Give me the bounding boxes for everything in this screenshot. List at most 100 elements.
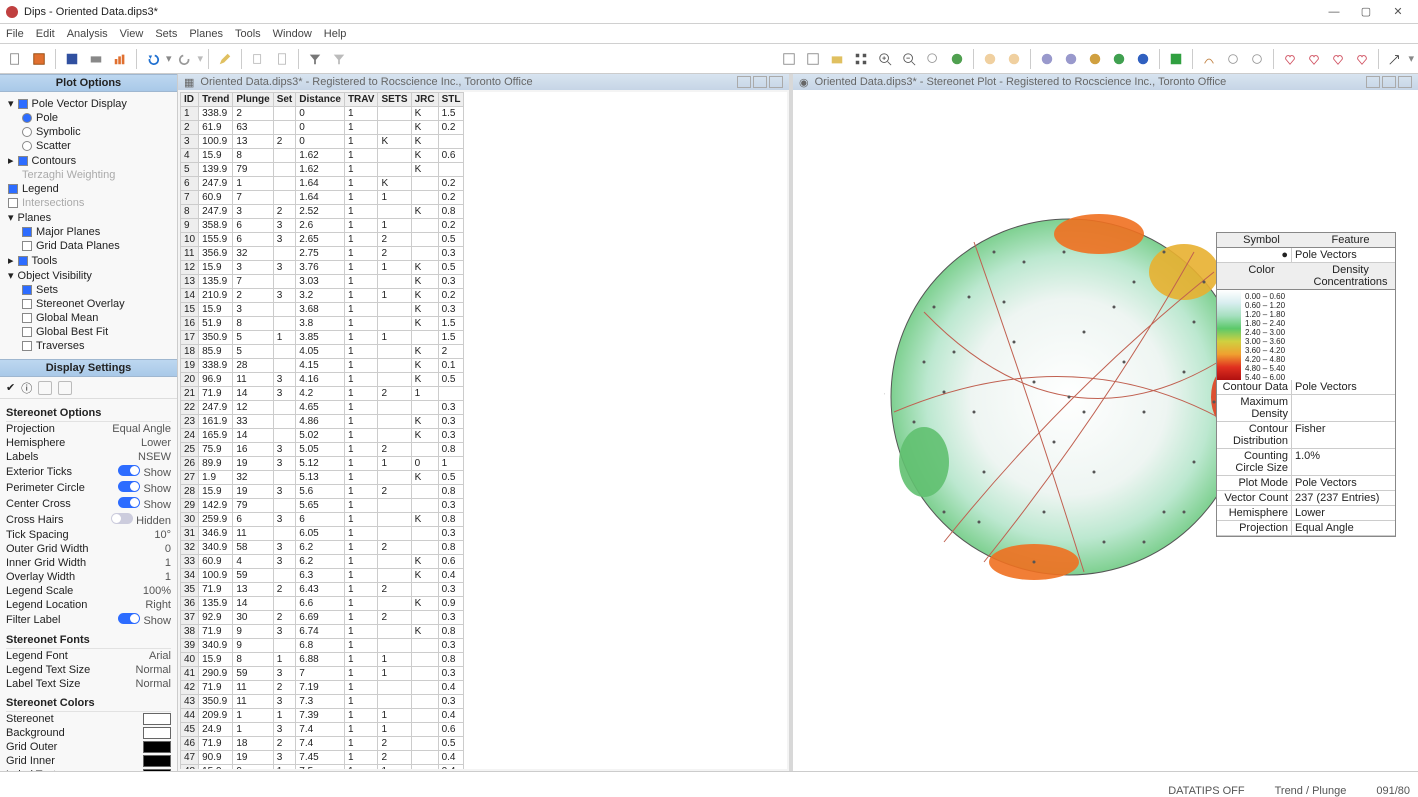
display-properties: Stereonet Options ProjectionEqual Angle … [0, 399, 177, 771]
toggle-icon[interactable] [118, 481, 140, 492]
data-grid-scroll[interactable]: IDTrendPlungeSetDistanceTRAVSETSJRCSTL13… [180, 92, 787, 769]
checkbox-icon[interactable] [18, 99, 28, 109]
menu-tools[interactable]: Tools [235, 28, 261, 40]
redo-icon[interactable] [174, 48, 196, 70]
heart-3-icon[interactable] [1327, 48, 1349, 70]
globe-2-icon[interactable] [1060, 48, 1082, 70]
grid-icon[interactable] [28, 48, 50, 70]
checkbox-icon[interactable] [22, 227, 32, 237]
radio-icon[interactable] [22, 127, 32, 137]
undo-icon[interactable] [142, 48, 164, 70]
apply-icon[interactable]: ✔ [6, 381, 15, 394]
arrow-tool-icon[interactable] [1384, 48, 1406, 70]
color-swatch[interactable] [143, 755, 171, 767]
filter-icon[interactable] [304, 48, 326, 70]
grid-document: ▦ Oriented Data.dips3* - Registered to R… [178, 74, 793, 771]
menu-window[interactable]: Window [273, 28, 312, 40]
menu-edit[interactable]: Edit [36, 28, 55, 40]
svg-text:N: N [1065, 212, 1073, 213]
menu-help[interactable]: Help [324, 28, 347, 40]
radio-icon[interactable] [22, 141, 32, 151]
zoom-area-icon[interactable] [922, 48, 944, 70]
checkbox-icon[interactable] [22, 341, 32, 351]
globe-5-icon[interactable] [1132, 48, 1154, 70]
svg-text:W: W [884, 392, 885, 404]
checkbox-icon[interactable] [8, 184, 18, 194]
heart-1-icon[interactable] [1279, 48, 1301, 70]
checkbox-icon[interactable] [22, 327, 32, 337]
net-1-icon[interactable] [979, 48, 1001, 70]
checkbox-icon[interactable] [22, 313, 32, 323]
plot-green-icon[interactable] [1165, 48, 1187, 70]
menu-file[interactable]: File [6, 28, 24, 40]
save-icon[interactable] [61, 48, 83, 70]
doc-max-icon[interactable] [753, 76, 767, 88]
checkbox-icon[interactable] [18, 156, 28, 166]
app-title: Dips - Oriented Data.dips3* [24, 6, 158, 18]
doc-close-icon[interactable] [769, 76, 783, 88]
menu-view[interactable]: View [120, 28, 144, 40]
globe-3-icon[interactable] [1084, 48, 1106, 70]
window-close-button[interactable]: ✕ [1384, 3, 1412, 21]
globe-4-icon[interactable] [1108, 48, 1130, 70]
display-settings-toolbar: ✔ ⓘ [0, 377, 177, 399]
checkbox-icon[interactable] [22, 285, 32, 295]
color-swatch[interactable] [143, 727, 171, 739]
heart-4-icon[interactable] [1351, 48, 1373, 70]
heart-2-icon[interactable] [1303, 48, 1325, 70]
window-maximize-button[interactable]: ▢ [1352, 3, 1380, 21]
toggle-icon[interactable] [111, 513, 133, 524]
tb-stereo-1-icon[interactable] [778, 48, 800, 70]
tb-stereo-2-icon[interactable] [802, 48, 824, 70]
radio-icon[interactable] [22, 113, 32, 123]
zoom-world-icon[interactable] [946, 48, 968, 70]
plot-options-tree: ▾Pole Vector Display Pole Symbolic Scatt… [0, 92, 177, 359]
grid-doc-titlebar[interactable]: ▦ Oriented Data.dips3* - Registered to R… [178, 74, 789, 90]
doc-min-icon[interactable] [1366, 76, 1380, 88]
doc-max-icon[interactable] [1382, 76, 1396, 88]
stereonet-svg: N E S W [884, 212, 1254, 582]
fit-icon[interactable] [850, 48, 872, 70]
color-swatch[interactable] [143, 741, 171, 753]
main-toolbar: ▾ ▾ ▾ [0, 44, 1418, 74]
net-2-icon[interactable] [1003, 48, 1025, 70]
paste-icon[interactable] [271, 48, 293, 70]
status-mode: Trend / Plunge [1275, 785, 1347, 797]
toggle-icon[interactable] [118, 613, 140, 624]
doc-close-icon[interactable] [1398, 76, 1412, 88]
menu-sets[interactable]: Sets [155, 28, 177, 40]
refresh-all-icon[interactable] [58, 381, 72, 395]
new-file-icon[interactable] [4, 48, 26, 70]
filter-clear-icon[interactable] [328, 48, 350, 70]
chart-icon[interactable] [109, 48, 131, 70]
data-grid[interactable]: IDTrendPlungeSetDistanceTRAVSETSJRCSTL13… [180, 92, 464, 769]
stereonet-plot[interactable]: N E S W SymbolFeature ●Pole Vectors Colo… [795, 92, 1416, 769]
zoom-out-icon[interactable] [898, 48, 920, 70]
edit-icon[interactable] [214, 48, 236, 70]
color-swatch[interactable] [143, 713, 171, 725]
zoom-in-icon[interactable] [874, 48, 896, 70]
checkbox-icon[interactable] [22, 299, 32, 309]
plot-options-header: Plot Options [0, 74, 177, 92]
menu-analysis[interactable]: Analysis [67, 28, 108, 40]
checkbox-icon[interactable] [22, 241, 32, 251]
toggle-icon[interactable] [118, 497, 140, 508]
status-bar: DATATIPS OFF Trend / Plunge 091/80 [0, 771, 1418, 797]
checkbox-icon[interactable] [8, 198, 18, 208]
print-icon[interactable] [85, 48, 107, 70]
tool-a-icon[interactable] [1198, 48, 1220, 70]
stereo-doc-titlebar[interactable]: ◉ Oriented Data.dips3* - Stereonet Plot … [793, 74, 1418, 90]
window-minimize-button[interactable]: — [1320, 3, 1348, 21]
globe-1-icon[interactable] [1036, 48, 1058, 70]
tb-folder-icon[interactable] [826, 48, 848, 70]
copy-icon[interactable] [247, 48, 269, 70]
doc-min-icon[interactable] [737, 76, 751, 88]
tool-c-icon[interactable] [1246, 48, 1268, 70]
info-icon[interactable]: ⓘ [21, 380, 32, 396]
menu-bar: File Edit Analysis View Sets Planes Tool… [0, 24, 1418, 44]
toggle-icon[interactable] [118, 465, 140, 476]
checkbox-icon[interactable] [18, 256, 28, 266]
menu-planes[interactable]: Planes [189, 28, 223, 40]
refresh-icon[interactable] [38, 381, 52, 395]
tool-b-icon[interactable] [1222, 48, 1244, 70]
